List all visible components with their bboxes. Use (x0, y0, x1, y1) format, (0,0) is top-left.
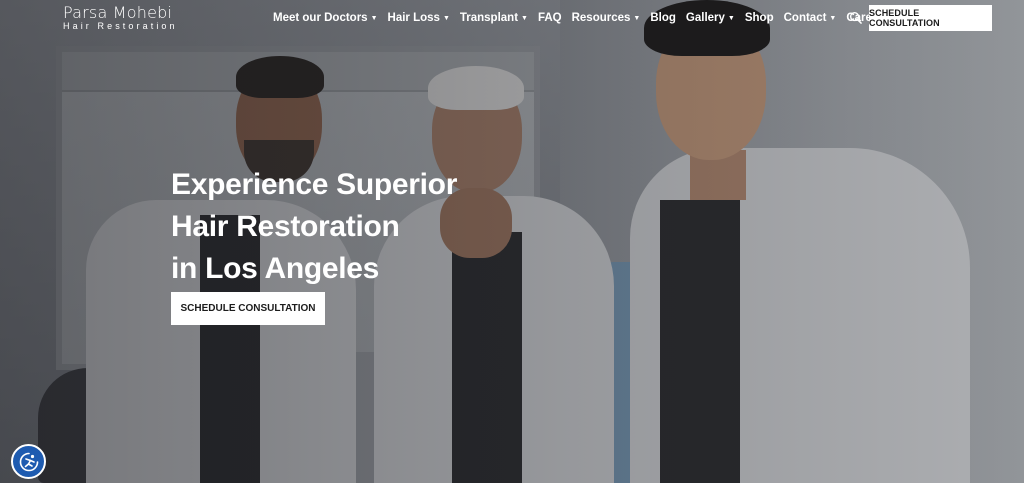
logo-name: Parsa Mohebi (63, 3, 173, 22)
hero-schedule-consultation-button[interactable]: SCHEDULE CONSULTATION (171, 292, 325, 325)
main-navigation: Meet our Doctors ▼ Hair Loss ▼ Transplant ▼ FA… (273, 10, 889, 26)
logo-tagline: Hair Restoration (63, 21, 178, 31)
nav-item-faq[interactable]: FAQ (538, 12, 562, 24)
caret-down-icon: ▼ (370, 15, 378, 22)
site-logo[interactable]: Parsa Mohebi Hair Restoration (63, 4, 178, 31)
nav-item-label: Gallery (685, 12, 725, 24)
site-header: Parsa Mohebi Hair Restoration Meet our D… (0, 0, 1024, 36)
nav-item-resources[interactable]: Resources ▼ (572, 12, 641, 24)
accessibility-icon (19, 452, 38, 471)
nav-item-label: Blog (650, 12, 676, 24)
nav-item-label: Meet our Doctors (273, 12, 368, 24)
nav-item-shop[interactable]: Shop (745, 12, 774, 24)
nav-item-meet-our-doctors[interactable]: Meet our Doctors ▼ (273, 12, 378, 24)
nav-item-transplant[interactable]: Transplant ▼ (460, 12, 528, 24)
caret-down-icon: ▼ (521, 15, 528, 22)
nav-item-blog[interactable]: Blog (650, 12, 676, 24)
hero-headline-line-3: in Los Angeles (171, 252, 380, 285)
header-schedule-consultation-button[interactable]: SCHEDULE CONSULTATION (869, 5, 992, 31)
nav-item-gallery[interactable]: Gallery ▼ (686, 12, 735, 24)
accessibility-widget-button[interactable] (11, 444, 46, 479)
nav-item-label: Hair Loss (387, 12, 440, 24)
hero-background-image (0, 0, 1024, 483)
hero-headline: Experience Superior Hair Restoration in … (171, 164, 457, 290)
hero-headline-line-2: Hair Restoration (171, 210, 400, 243)
nav-item-label: Shop (744, 12, 774, 24)
nav-item-label: Contact (783, 12, 827, 24)
hero-dark-overlay (0, 0, 1024, 483)
nav-item-label: Resources (571, 12, 631, 24)
nav-item-contact[interactable]: Contact ▼ (784, 12, 837, 24)
caret-down-icon: ▼ (829, 15, 837, 22)
hero-headline-line-1: Experience Superior (171, 168, 458, 201)
search-icon[interactable] (849, 11, 862, 24)
nav-item-hair-loss[interactable]: Hair Loss ▼ (388, 12, 450, 24)
caret-down-icon: ▼ (633, 15, 641, 22)
nav-item-label: FAQ (537, 12, 562, 24)
caret-down-icon: ▼ (442, 15, 450, 22)
nav-item-label: Transplant (459, 12, 519, 24)
caret-down-icon: ▼ (727, 15, 735, 22)
